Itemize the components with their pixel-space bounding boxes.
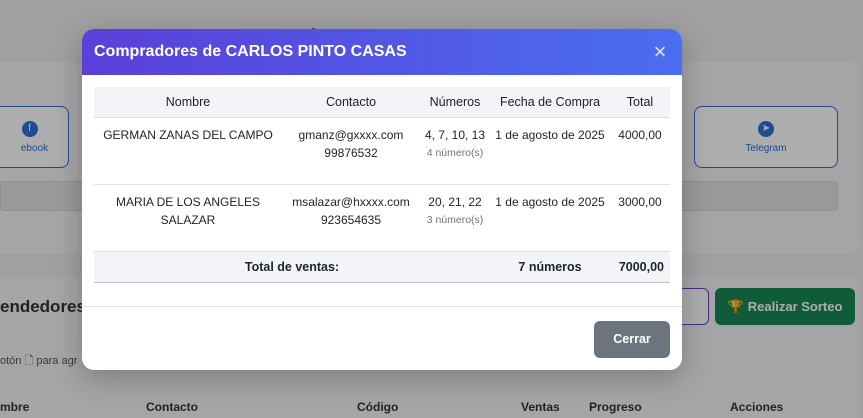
footer-total: 7000,00	[610, 251, 670, 283]
cell-email: msalazar@hxxxx.com	[292, 194, 410, 209]
numeros-list: 20, 21, 22	[428, 194, 482, 209]
col-numeros: Números	[420, 87, 490, 118]
col-fecha: Fecha de Compra	[490, 87, 610, 118]
col-nombre: Nombre	[94, 87, 282, 118]
cell-contacto: gmanz@gxxxx.com 99876532	[282, 117, 420, 185]
close-icon[interactable]: ×	[650, 41, 670, 63]
cerrar-button[interactable]: Cerrar	[594, 320, 670, 358]
cell-email: gmanz@gxxxx.com	[298, 127, 404, 142]
numeros-list: 4, 7, 10, 13	[424, 127, 486, 142]
cell-nombre: GERMAN ZANAS DEL CAMPO	[94, 117, 282, 185]
table-row: GERMAN ZANAS DEL CAMPO gmanz@gxxxx.com 9…	[94, 117, 670, 185]
modal-header: Compradores de CARLOS PINTO CASAS ×	[82, 29, 682, 75]
modal-footer: Cerrar	[82, 308, 682, 370]
table-footer-row: Total de ventas: 7 números 7000,00	[94, 251, 670, 283]
cell-telefono: 923654635	[320, 212, 382, 227]
cell-fecha: 1 de agosto de 2025	[490, 184, 610, 252]
cell-telefono: 99876532	[324, 145, 378, 160]
numeros-count: 4 número(s)	[426, 146, 484, 159]
modal-title: Compradores de CARLOS PINTO CASAS	[94, 43, 407, 60]
cell-contacto: msalazar@hxxxx.com 923654635	[282, 184, 420, 252]
cell-nombre: MARIA DE LOS ANGELES SALAZAR	[94, 184, 282, 252]
col-contacto: Contacto	[282, 87, 420, 118]
numeros-count: 3 número(s)	[426, 213, 484, 226]
cell-numeros: 4, 7, 10, 13 4 número(s)	[420, 117, 490, 185]
table-header-row: Nombre Contacto Números Fecha de Compra …	[94, 87, 670, 118]
footer-numeros: 7 números	[490, 251, 610, 283]
table-row: MARIA DE LOS ANGELES SALAZAR msalazar@hx…	[94, 184, 670, 252]
col-total: Total	[610, 87, 670, 118]
cell-total: 4000,00	[610, 117, 670, 185]
footer-label: Total de ventas:	[94, 251, 490, 283]
cell-total: 3000,00	[610, 184, 670, 252]
compradores-modal: Compradores de CARLOS PINTO CASAS × Nomb…	[82, 29, 682, 370]
cell-fecha: 1 de agosto de 2025	[490, 117, 610, 185]
compradores-table: Nombre Contacto Números Fecha de Compra …	[94, 87, 670, 283]
cell-numeros: 20, 21, 22 3 número(s)	[420, 184, 490, 252]
modal-body: Nombre Contacto Números Fecha de Compra …	[82, 75, 682, 307]
